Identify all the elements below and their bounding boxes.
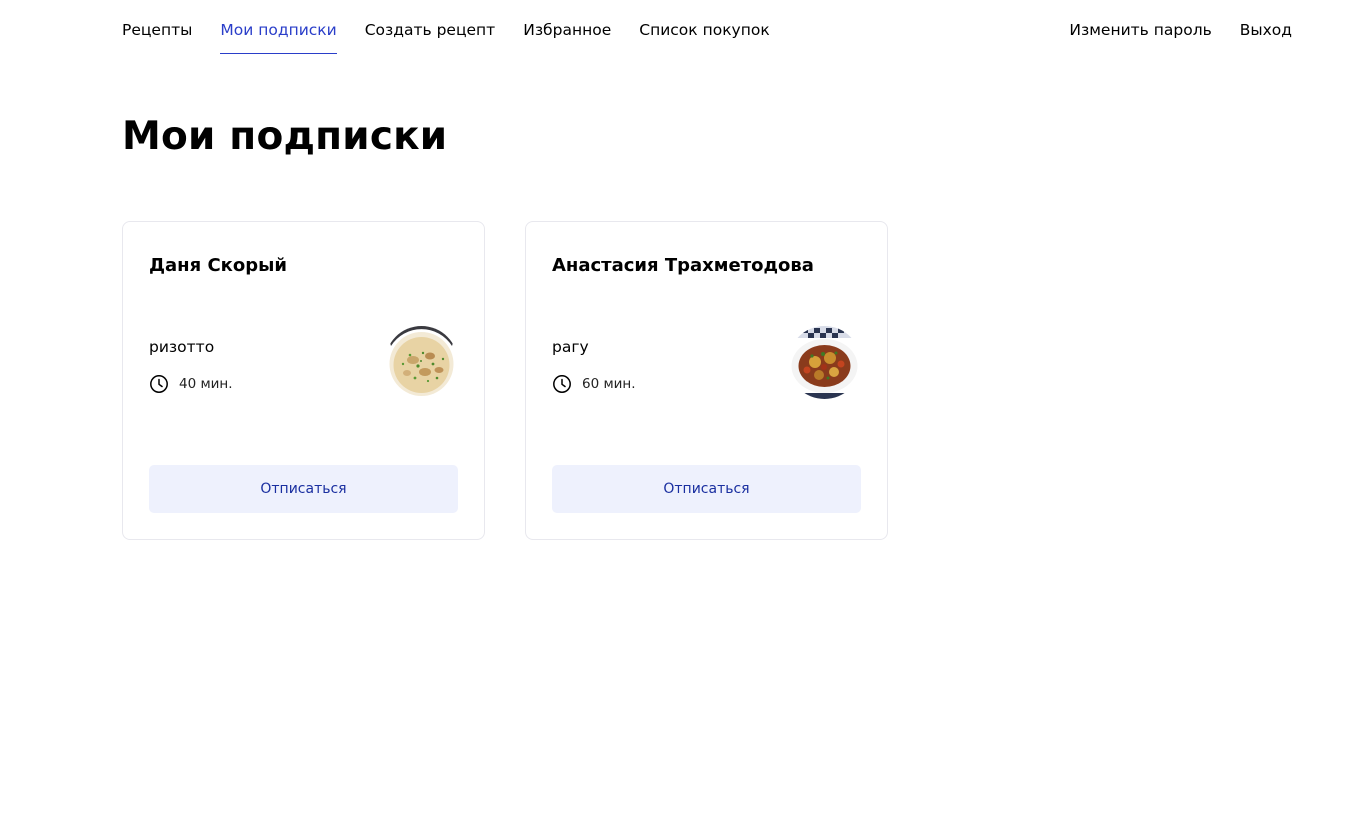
main-nav: Рецепты Мои подписки Создать рецепт Избр…: [122, 19, 770, 54]
account-nav: Изменить пароль Выход: [1069, 19, 1292, 41]
subscription-cards: Даня Скорый ризотто 40 мин. Отписаться А…: [122, 221, 888, 540]
site-header: Рецепты Мои подписки Создать рецепт Избр…: [0, 0, 1351, 60]
unsubscribe-button[interactable]: Отписаться: [149, 465, 458, 513]
risotto-dish-image[interactable]: [385, 326, 458, 399]
subscription-card: Анастасия Трахметодова рагу 60 мин. Отпи…: [525, 221, 888, 540]
author-name[interactable]: Анастасия Трахметодова: [552, 254, 814, 278]
nav-link-subscriptions[interactable]: Мои подписки: [220, 19, 338, 54]
nav-link-create-recipe[interactable]: Создать рецепт: [365, 19, 495, 41]
clock-icon: [150, 375, 168, 393]
cook-time: 60 мин.: [582, 376, 636, 392]
unsubscribe-button[interactable]: Отписаться: [552, 465, 861, 513]
recipe-name[interactable]: рагу: [552, 336, 589, 358]
nav-link-change-password[interactable]: Изменить пароль: [1069, 19, 1211, 41]
page-title: Мои подписки: [122, 114, 448, 159]
clock-icon: [553, 375, 571, 393]
subscription-card: Даня Скорый ризотто 40 мин. Отписаться: [122, 221, 485, 540]
nav-link-recipes[interactable]: Рецепты: [122, 19, 192, 41]
author-name[interactable]: Даня Скорый: [149, 254, 287, 278]
recipe-time: 40 мин.: [149, 374, 233, 394]
recipe-time: 60 мин.: [552, 374, 636, 394]
ragout-dish-image[interactable]: [788, 326, 861, 399]
nav-link-shopping-list[interactable]: Список покупок: [639, 19, 769, 41]
cook-time: 40 мин.: [179, 376, 233, 392]
nav-link-favorites[interactable]: Избранное: [523, 19, 611, 41]
recipe-name[interactable]: ризотто: [149, 336, 214, 358]
nav-link-logout[interactable]: Выход: [1240, 19, 1292, 41]
